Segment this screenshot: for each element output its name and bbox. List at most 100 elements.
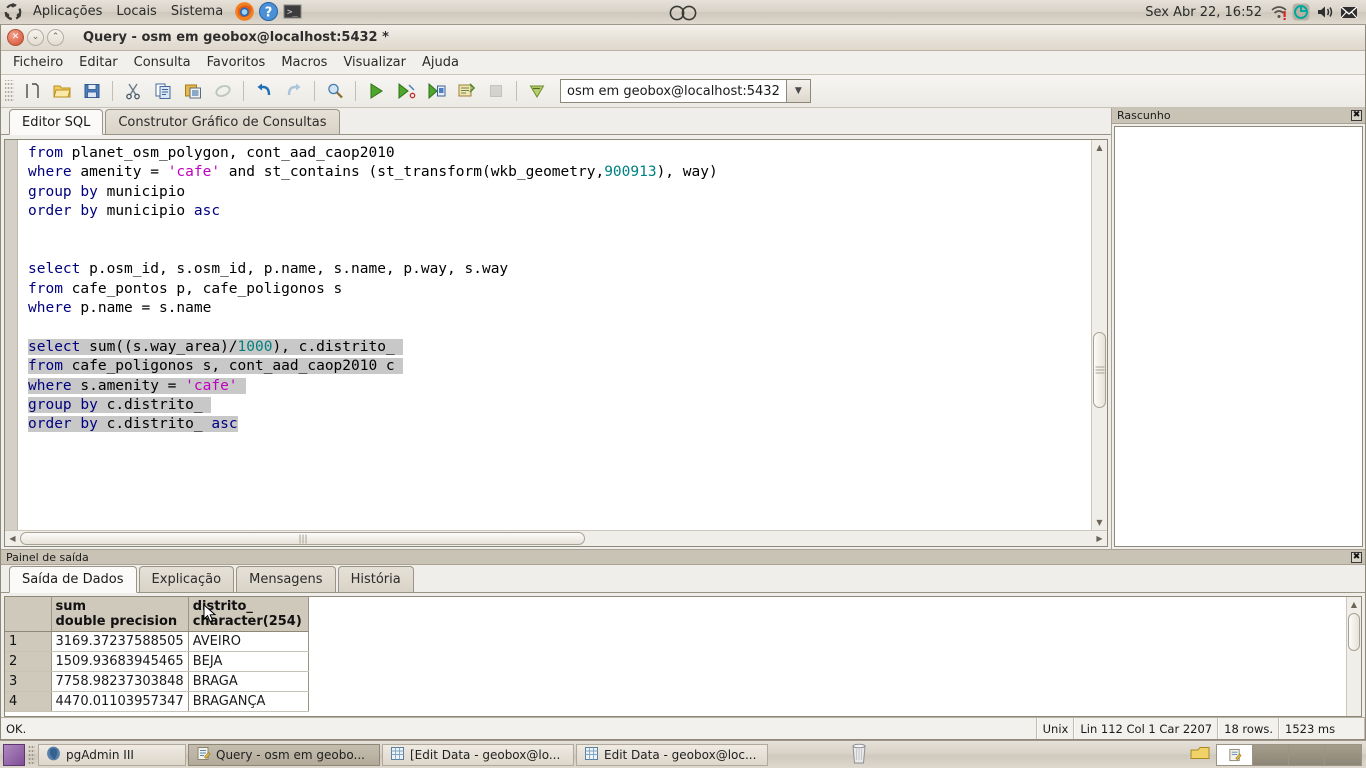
cell-sum[interactable]: 3169.37237588505 [51, 631, 189, 652]
copy-icon[interactable] [149, 78, 177, 104]
menu-ajuda[interactable]: Ajuda [414, 53, 467, 72]
workspace-2[interactable] [1253, 744, 1289, 765]
rascunho-textarea[interactable] [1114, 126, 1363, 547]
scroll-left-icon[interactable]: ◀ [5, 531, 20, 546]
menu-macros[interactable]: Macros [273, 53, 335, 72]
open-file-icon[interactable] [48, 78, 76, 104]
sql-line: where p.name = s.name [28, 300, 212, 317]
editor-gutter [5, 140, 18, 530]
table-row[interactable]: 3 7758.98237303848 BRAGA [5, 671, 309, 692]
connection-combo-value[interactable]: osm em geobox@localhost:5432 [560, 79, 787, 103]
panel-clock[interactable]: Sex Abr 22, 16:52 [1145, 5, 1262, 20]
workspace-switcher[interactable] [1216, 743, 1362, 766]
cell-distrito[interactable]: AVEIRO [188, 631, 309, 652]
row-number[interactable]: 2 [5, 651, 52, 672]
workspace-3[interactable] [1289, 744, 1325, 765]
terminal-icon[interactable]: >_ [282, 1, 304, 23]
volume-icon[interactable] [1315, 2, 1337, 24]
cut-icon[interactable] [119, 78, 147, 104]
scroll-down-icon[interactable]: ▼ [1092, 515, 1107, 530]
tab-historia[interactable]: História [337, 566, 414, 592]
execute-query-icon[interactable] [362, 78, 390, 104]
menu-favoritos[interactable]: Favoritos [199, 53, 274, 72]
toolbar-separator [243, 81, 244, 101]
panel-menu-locais[interactable]: Locais [109, 2, 163, 22]
row-number[interactable]: 4 [5, 691, 52, 712]
scroll-up-icon[interactable]: ▲ [1092, 140, 1107, 155]
paste-icon[interactable] [179, 78, 207, 104]
undo-icon[interactable] [250, 78, 278, 104]
row-number[interactable]: 3 [5, 671, 52, 692]
mail-icon[interactable] [1339, 2, 1361, 24]
save-file-icon[interactable] [78, 78, 106, 104]
cell-sum[interactable]: 4470.01103957347 [51, 691, 189, 712]
firefox-icon[interactable] [234, 1, 256, 23]
grid-corner-cell[interactable] [5, 597, 52, 632]
network-icon[interactable] [1269, 2, 1289, 24]
macros-icon[interactable] [523, 78, 551, 104]
status-message: OK. [1, 718, 1037, 739]
workspace-1[interactable] [1217, 744, 1253, 765]
explain-query-icon[interactable] [392, 78, 420, 104]
scroll-up-icon[interactable]: ▲ [1347, 597, 1362, 612]
window-maximize-button[interactable]: ⌃ [47, 29, 64, 46]
tab-saida-de-dados[interactable]: Saída de Dados [9, 566, 137, 593]
toolbar-grip[interactable] [5, 80, 14, 102]
cell-distrito[interactable]: BRAGA [188, 671, 309, 692]
table-row[interactable]: 4 4470.01103957347 BRAGANÇA [5, 691, 309, 712]
taskbar-item-editdata-1[interactable]: [Edit Data - geobox@lo... [382, 743, 574, 766]
menu-ficheiro[interactable]: Ficheiro [5, 53, 71, 72]
table-row[interactable]: 1 3169.37237588505 AVEIRO [5, 631, 309, 652]
sql-editor-text[interactable]: from planet_osm_polygon, cont_aad_caop20… [18, 140, 1091, 530]
workspace-note-icon[interactable] [1190, 744, 1210, 765]
tab-editor-sql[interactable]: Editor SQL [9, 109, 104, 135]
horizontal-scroll-thumb[interactable] [20, 532, 585, 545]
cell-distrito[interactable]: BRAGANÇA [188, 691, 309, 712]
taskbar-item-editdata-2[interactable]: Edit Data - geobox@loc... [576, 743, 768, 766]
table-row[interactable]: 2 1509.93683945465 BEJA [5, 651, 309, 672]
editor-vertical-scrollbar[interactable]: ▲ ▼ [1091, 140, 1107, 530]
show-desktop-button[interactable] [3, 743, 25, 766]
taskbar-item-query[interactable]: Query - osm em geobo... [188, 743, 380, 766]
vertical-scroll-thumb[interactable] [1093, 332, 1106, 408]
clear-window-icon[interactable] [209, 78, 237, 104]
cell-distrito[interactable]: BEJA [188, 651, 309, 672]
tab-mensagens[interactable]: Mensagens [236, 566, 336, 592]
update-manager-icon[interactable] [1291, 2, 1313, 24]
find-replace-icon[interactable] [321, 78, 349, 104]
grid-vertical-scrollbar[interactable]: ▲ [1346, 597, 1361, 716]
panel-menu-sistema[interactable]: Sistema [164, 2, 230, 22]
editor-horizontal-scrollbar[interactable]: ◀ ▶ [5, 530, 1107, 546]
explain-options-icon[interactable] [452, 78, 480, 104]
cell-sum[interactable]: 1509.93683945465 [51, 651, 189, 672]
panel-menu-aplicacoes[interactable]: Aplicações [26, 2, 109, 22]
close-panel-icon[interactable]: ✖ [1351, 551, 1362, 563]
close-panel-icon[interactable]: ✖ [1351, 110, 1362, 121]
window-close-button[interactable]: ✕ [7, 29, 24, 46]
taskbar-grip[interactable] [28, 744, 35, 765]
menu-consulta[interactable]: Consulta [126, 53, 199, 72]
tab-explicacao[interactable]: Explicação [138, 566, 235, 592]
chevron-down-icon[interactable]: ▼ [786, 79, 811, 103]
tab-construtor-grafico[interactable]: Construtor Gráfico de Consultas [105, 109, 340, 134]
grid-scroll-thumb[interactable] [1348, 613, 1360, 651]
help-icon[interactable]: ? [258, 1, 280, 23]
trash-icon[interactable] [848, 741, 870, 768]
taskbar-item-pgadmin[interactable]: pgAdmin III [38, 743, 186, 766]
scroll-right-icon[interactable]: ▶ [1092, 531, 1107, 546]
workspace-4[interactable] [1325, 744, 1361, 765]
output-tabstrip: Saída de Dados Explicação Mensagens Hist… [1, 565, 1365, 593]
menu-editar[interactable]: Editar [71, 53, 126, 72]
column-name: distrito_ [192, 599, 253, 614]
execute-to-file-icon[interactable] [422, 78, 450, 104]
row-number[interactable]: 1 [5, 631, 52, 652]
column-header-distrito[interactable]: distrito_ character(254) [188, 597, 309, 632]
column-header-sum[interactable]: sum double precision [51, 597, 189, 632]
connection-selector[interactable]: osm em geobox@localhost:5432 ▼ [560, 79, 811, 103]
data-output-grid[interactable]: sum double precision distrito_ character… [4, 596, 1362, 717]
window-minimize-button[interactable]: ⌄ [27, 29, 44, 46]
new-query-icon[interactable] [18, 78, 46, 104]
menu-visualizar[interactable]: Visualizar [335, 53, 414, 72]
cell-sum[interactable]: 7758.98237303848 [51, 671, 189, 692]
desktop-taskbar: pgAdmin III Query - osm em geobo... [Edi… [0, 740, 1366, 768]
